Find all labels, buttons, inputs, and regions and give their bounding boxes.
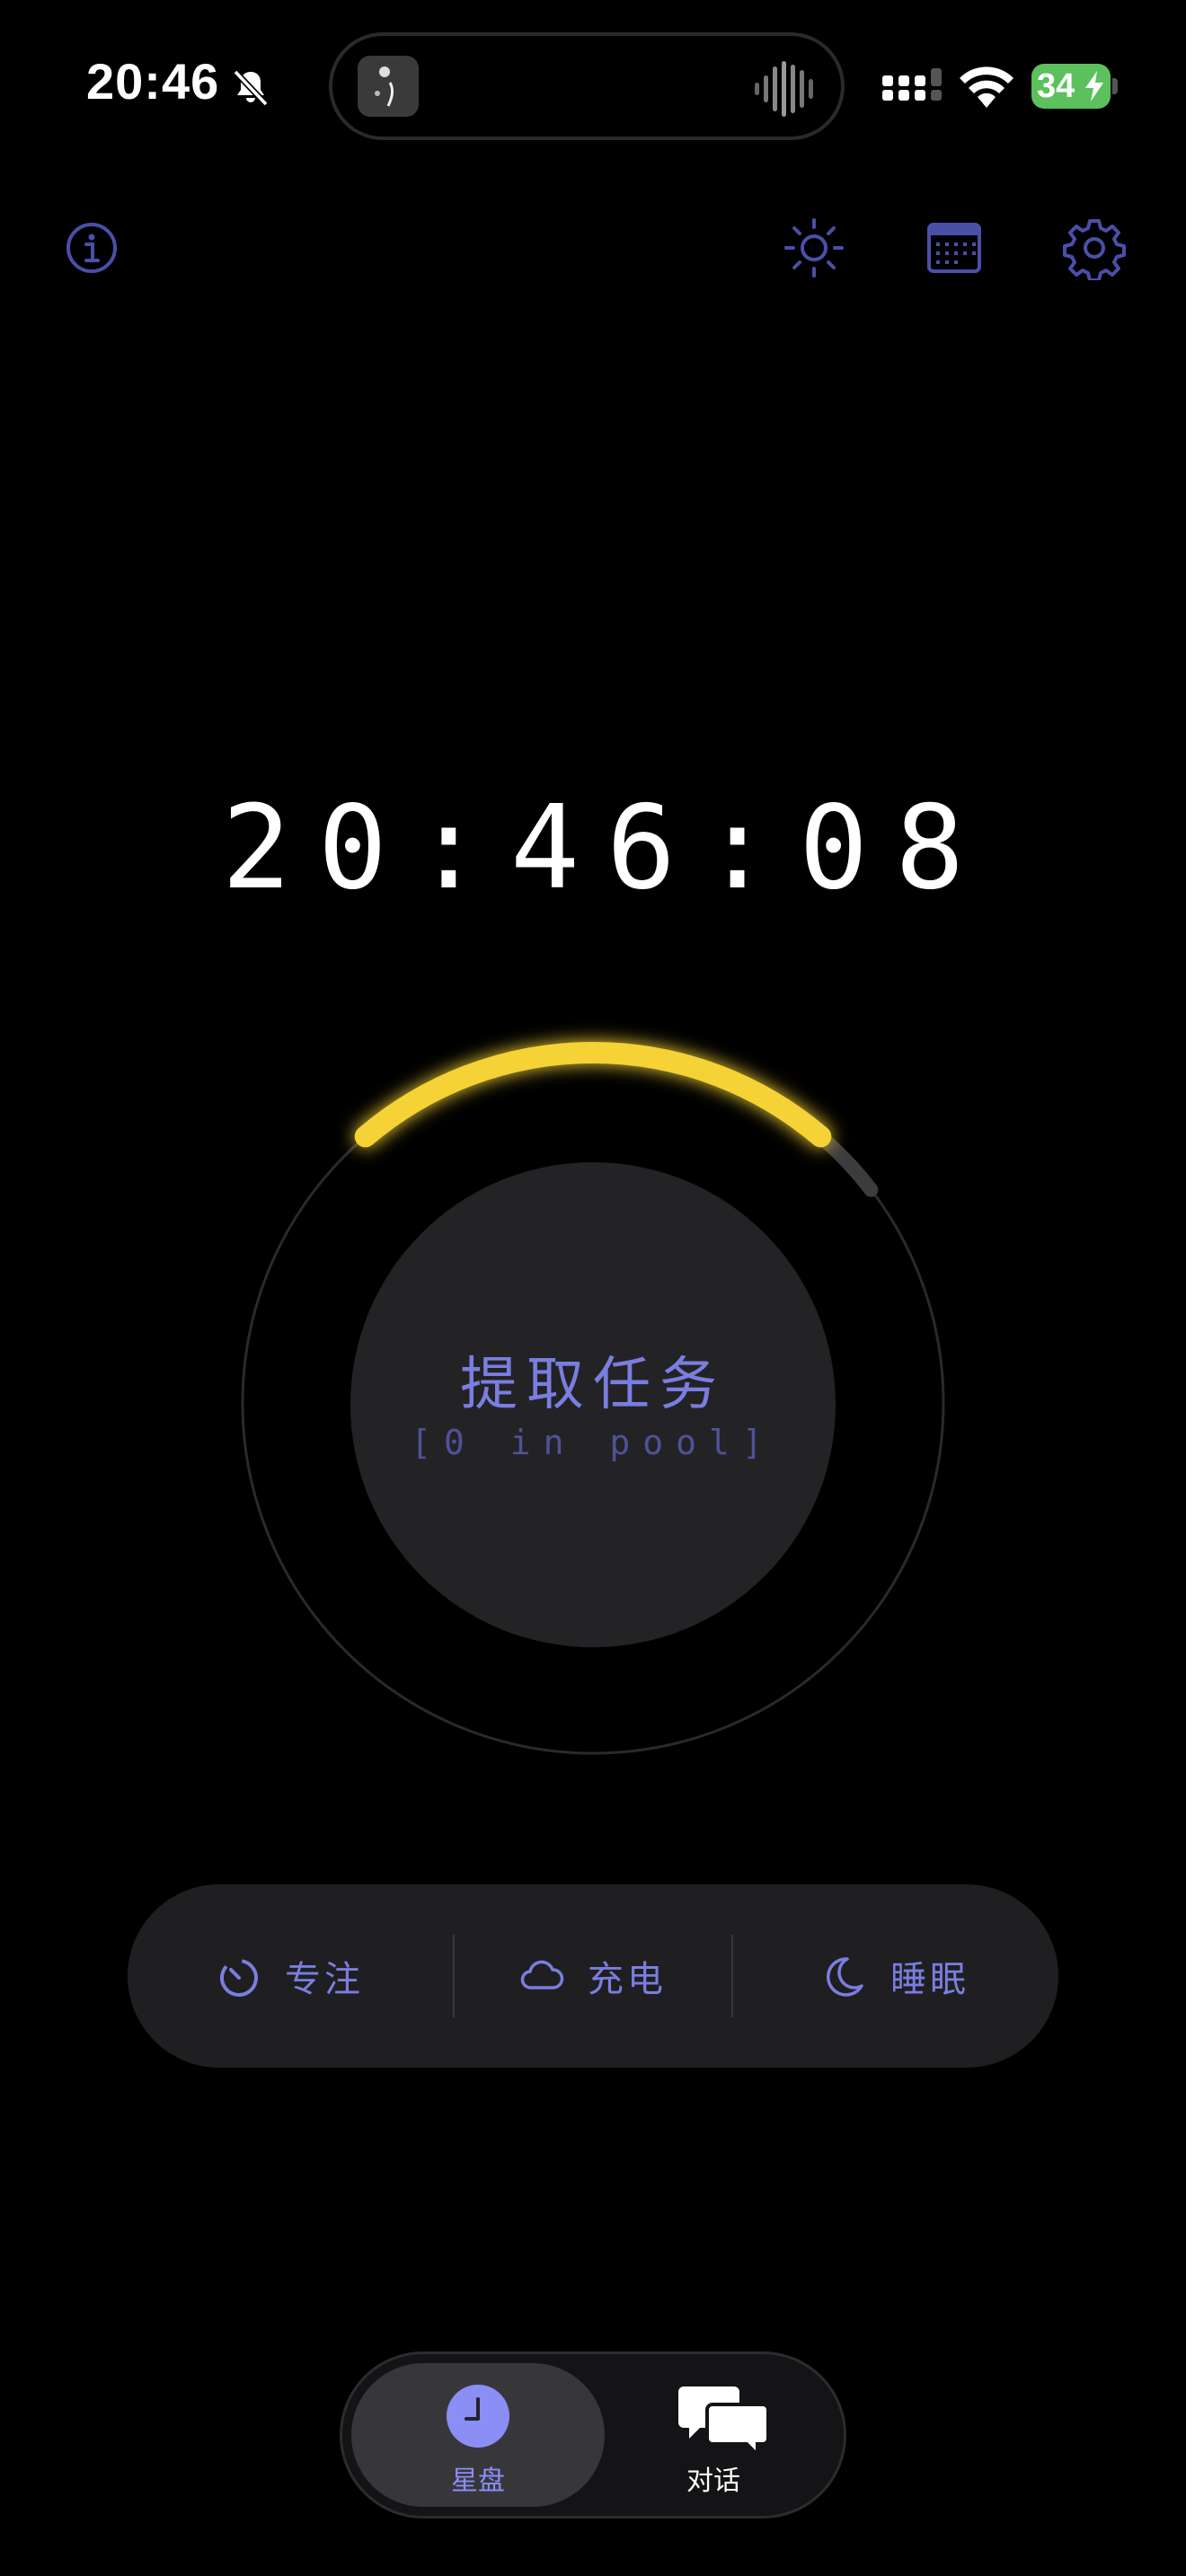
- now-playing-artwork: [358, 56, 419, 117]
- battery-cap: [1112, 78, 1118, 94]
- info-icon[interactable]: [59, 216, 124, 280]
- mode-sleep-label: 睡眠: [890, 1959, 969, 2000]
- cellular-signal-icon: [882, 68, 942, 101]
- dynamic-island[interactable]: [329, 32, 845, 140]
- mode-selector: 专注 充电 睡眠: [128, 1884, 1058, 2068]
- mode-focus-label: 专注: [285, 1959, 364, 2000]
- mode-sleep-button[interactable]: 睡眠: [733, 1884, 1058, 2068]
- main-clock: 20:46:08: [221, 781, 992, 915]
- mode-focus-button[interactable]: 专注: [128, 1884, 453, 2068]
- sun-icon[interactable]: [782, 216, 846, 280]
- battery-level: 34: [1037, 67, 1075, 105]
- timer-icon: [220, 1959, 258, 1997]
- moon-icon: [826, 1957, 863, 1997]
- calendar-icon[interactable]: [922, 216, 987, 280]
- bottom-tab-bar: 星盘 对话: [340, 2351, 846, 2519]
- extract-task-label: 提取任务: [460, 1352, 726, 1418]
- bell-slash-icon: [233, 69, 269, 107]
- battery-fill: 34: [1031, 64, 1111, 109]
- charging-bolt-icon: [1085, 71, 1103, 101]
- gear-icon[interactable]: [1062, 216, 1127, 280]
- tab-chat-label: 对话: [686, 2466, 740, 2497]
- clock-icon: [447, 2385, 509, 2448]
- audio-waveform-icon: [755, 61, 813, 117]
- mode-recharge-button[interactable]: 充电: [455, 1884, 731, 2068]
- tab-star-chart-label: 星盘: [451, 2466, 505, 2497]
- pool-count-label: [0 in pool]: [411, 1423, 775, 1462]
- mode-recharge-label: 充电: [588, 1959, 667, 2000]
- dial-trail: [813, 1129, 879, 1197]
- status-time: 20:46: [86, 53, 220, 110]
- tab-star-chart[interactable]: 星盘: [351, 2363, 605, 2507]
- wifi-icon: [960, 66, 1013, 108]
- dial-progress-arc: [354, 1041, 832, 1148]
- battery-indicator: 34: [1031, 64, 1118, 109]
- tab-chat[interactable]: 对话: [587, 2363, 840, 2507]
- chat-bubbles-icon: [678, 2386, 770, 2455]
- cloud-icon: [520, 1960, 564, 1989]
- extract-task-button[interactable]: 提取任务 [0 in pool]: [350, 1162, 836, 1647]
